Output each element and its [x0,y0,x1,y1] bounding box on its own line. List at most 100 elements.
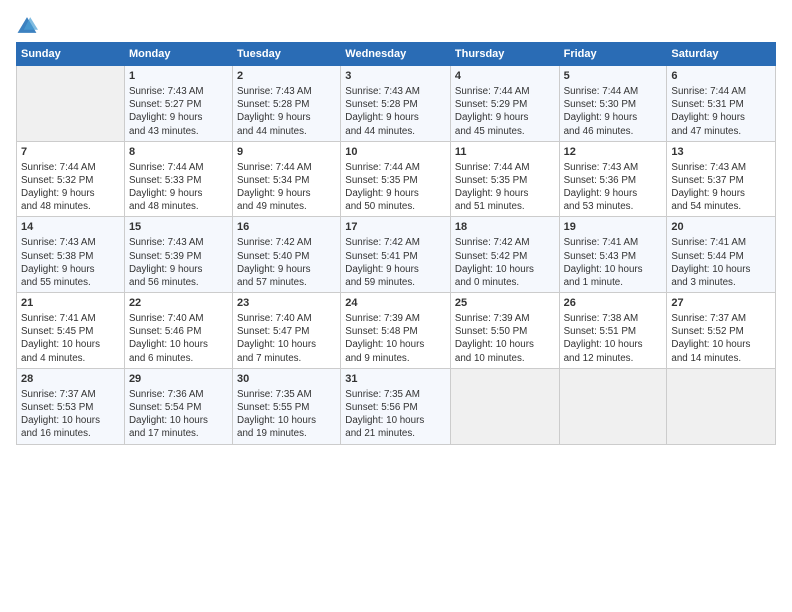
day-info-line: Daylight: 10 hours [21,338,120,351]
day-info-line: Sunrise: 7:43 AM [564,161,663,174]
day-info-line: Sunset: 5:44 PM [671,250,771,263]
day-number: 11 [455,145,555,160]
day-info-line: Daylight: 9 hours [455,187,555,200]
day-info-line: Sunrise: 7:41 AM [564,236,663,249]
day-info-line: Daylight: 10 hours [671,338,771,351]
day-info-line: and 56 minutes. [129,276,228,289]
day-info-line: Sunrise: 7:36 AM [129,388,228,401]
day-cell: 18Sunrise: 7:42 AMSunset: 5:42 PMDayligh… [450,217,559,293]
day-cell: 27Sunrise: 7:37 AMSunset: 5:52 PMDayligh… [667,293,776,369]
day-info-line: Daylight: 9 hours [237,263,336,276]
day-info-line: Daylight: 9 hours [21,263,120,276]
day-cell: 23Sunrise: 7:40 AMSunset: 5:47 PMDayligh… [233,293,341,369]
day-info-line: and 0 minutes. [455,276,555,289]
day-number: 10 [345,145,446,160]
day-info-line: Sunset: 5:31 PM [671,98,771,111]
day-cell: 21Sunrise: 7:41 AMSunset: 5:45 PMDayligh… [17,293,125,369]
day-number: 20 [671,220,771,235]
day-info-line: Sunrise: 7:42 AM [237,236,336,249]
day-cell: 11Sunrise: 7:44 AMSunset: 5:35 PMDayligh… [450,141,559,217]
day-info-line: Sunset: 5:33 PM [129,174,228,187]
day-info-line: Sunrise: 7:43 AM [129,236,228,249]
day-info-line: and 49 minutes. [237,200,336,213]
day-number: 6 [671,69,771,84]
day-number: 3 [345,69,446,84]
day-info-line: and 55 minutes. [21,276,120,289]
day-number: 4 [455,69,555,84]
day-info-line: Sunset: 5:37 PM [671,174,771,187]
day-cell: 20Sunrise: 7:41 AMSunset: 5:44 PMDayligh… [667,217,776,293]
day-info-line: Daylight: 10 hours [129,338,228,351]
col-header-thursday: Thursday [450,43,559,66]
day-number: 22 [129,296,228,311]
day-info-line: Daylight: 9 hours [671,111,771,124]
day-info-line: and 57 minutes. [237,276,336,289]
day-cell: 19Sunrise: 7:41 AMSunset: 5:43 PMDayligh… [559,217,667,293]
header [16,10,776,36]
day-number: 5 [564,69,663,84]
day-info-line: Sunset: 5:35 PM [455,174,555,187]
day-cell: 31Sunrise: 7:35 AMSunset: 5:56 PMDayligh… [341,368,451,444]
week-row-5: 28Sunrise: 7:37 AMSunset: 5:53 PMDayligh… [17,368,776,444]
day-cell: 13Sunrise: 7:43 AMSunset: 5:37 PMDayligh… [667,141,776,217]
day-info-line: Sunrise: 7:43 AM [129,85,228,98]
day-cell: 3Sunrise: 7:43 AMSunset: 5:28 PMDaylight… [341,66,451,142]
day-cell: 2Sunrise: 7:43 AMSunset: 5:28 PMDaylight… [233,66,341,142]
day-info-line: Daylight: 9 hours [237,111,336,124]
day-info-line: and 12 minutes. [564,352,663,365]
day-info-line: and 47 minutes. [671,125,771,138]
day-number: 19 [564,220,663,235]
day-info-line: Sunset: 5:46 PM [129,325,228,338]
day-info-line: Sunrise: 7:43 AM [671,161,771,174]
day-info-line: Sunrise: 7:44 AM [455,161,555,174]
day-info-line: and 21 minutes. [345,427,446,440]
day-info-line: and 10 minutes. [455,352,555,365]
day-cell: 14Sunrise: 7:43 AMSunset: 5:38 PMDayligh… [17,217,125,293]
day-info-line: Sunset: 5:51 PM [564,325,663,338]
day-info-line: Sunrise: 7:38 AM [564,312,663,325]
col-header-sunday: Sunday [17,43,125,66]
day-info-line: and 59 minutes. [345,276,446,289]
day-info-line: Sunset: 5:28 PM [345,98,446,111]
day-info-line: Sunrise: 7:40 AM [237,312,336,325]
day-info-line: Sunrise: 7:44 AM [455,85,555,98]
day-info-line: Sunset: 5:40 PM [237,250,336,263]
day-number: 2 [237,69,336,84]
day-info-line: Sunset: 5:45 PM [21,325,120,338]
day-cell: 26Sunrise: 7:38 AMSunset: 5:51 PMDayligh… [559,293,667,369]
day-info-line: Sunrise: 7:40 AM [129,312,228,325]
week-row-4: 21Sunrise: 7:41 AMSunset: 5:45 PMDayligh… [17,293,776,369]
day-info-line: Sunrise: 7:42 AM [345,236,446,249]
day-info-line: Sunset: 5:41 PM [345,250,446,263]
day-info-line: Sunset: 5:38 PM [21,250,120,263]
day-info-line: and 16 minutes. [21,427,120,440]
day-info-line: and 7 minutes. [237,352,336,365]
day-info-line: Sunset: 5:48 PM [345,325,446,338]
week-row-3: 14Sunrise: 7:43 AMSunset: 5:38 PMDayligh… [17,217,776,293]
day-info-line: Sunset: 5:30 PM [564,98,663,111]
day-info-line: Sunrise: 7:41 AM [21,312,120,325]
day-info-line: and 44 minutes. [237,125,336,138]
day-cell: 6Sunrise: 7:44 AMSunset: 5:31 PMDaylight… [667,66,776,142]
col-header-monday: Monday [124,43,232,66]
day-info-line: Daylight: 10 hours [237,338,336,351]
day-info-line: Sunset: 5:50 PM [455,325,555,338]
day-info-line: Sunrise: 7:39 AM [455,312,555,325]
day-number: 16 [237,220,336,235]
day-info-line: Sunrise: 7:44 AM [129,161,228,174]
day-info-line: Daylight: 9 hours [345,187,446,200]
day-info-line: and 6 minutes. [129,352,228,365]
day-cell: 12Sunrise: 7:43 AMSunset: 5:36 PMDayligh… [559,141,667,217]
day-cell [667,368,776,444]
day-info-line: Daylight: 9 hours [671,187,771,200]
day-info-line: Sunset: 5:35 PM [345,174,446,187]
day-info-line: Daylight: 10 hours [455,263,555,276]
day-info-line: Sunset: 5:29 PM [455,98,555,111]
day-info-line: and 45 minutes. [455,125,555,138]
day-info-line: Sunrise: 7:44 AM [671,85,771,98]
day-info-line: Daylight: 10 hours [345,338,446,351]
day-cell: 1Sunrise: 7:43 AMSunset: 5:27 PMDaylight… [124,66,232,142]
day-info-line: Sunrise: 7:43 AM [21,236,120,249]
day-cell: 4Sunrise: 7:44 AMSunset: 5:29 PMDaylight… [450,66,559,142]
day-info-line: and 48 minutes. [21,200,120,213]
